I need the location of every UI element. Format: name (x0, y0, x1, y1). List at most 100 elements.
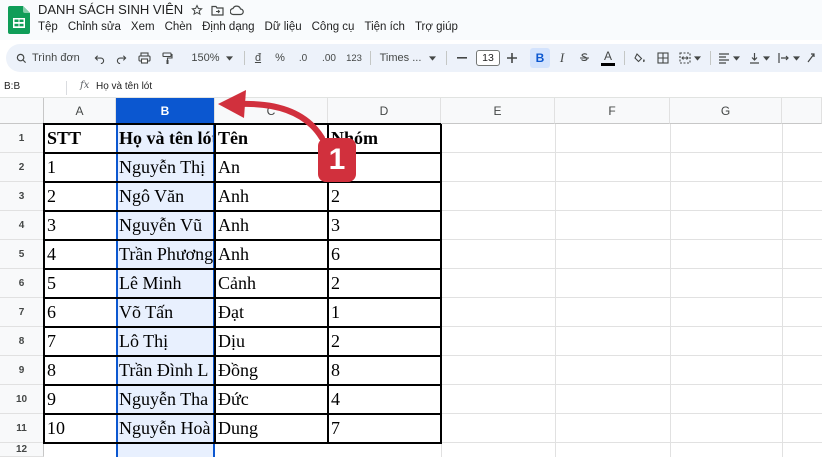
table-cell-stt[interactable]: 8 (44, 356, 114, 385)
table-cell-stt[interactable]: 10 (44, 414, 114, 443)
row-header-12[interactable]: 12 (0, 443, 44, 457)
column-header-c[interactable]: C (215, 98, 328, 124)
table-cell-nhom[interactable]: 1 (328, 298, 439, 327)
column-header-d[interactable]: D (328, 98, 441, 124)
header-cell-ho-ten-lot[interactable]: Họ và tên lót (116, 124, 213, 153)
header-cell-ten[interactable]: Tên (215, 124, 326, 153)
table-cell-nhom[interactable]: 7 (328, 414, 439, 443)
column-header-e[interactable]: E (441, 98, 555, 124)
menu-format[interactable]: Định dạng (202, 21, 259, 33)
table-cell-ten[interactable]: Anh (215, 240, 326, 269)
italic-button[interactable]: I (554, 44, 570, 72)
column-header-b[interactable]: B (116, 98, 215, 124)
row-header-9[interactable]: 9 (0, 356, 44, 385)
font-family-select[interactable]: Times ... (376, 44, 440, 72)
row-header-10[interactable]: 10 (0, 385, 44, 414)
formula-input[interactable]: Họ và tên lót (96, 81, 152, 92)
horizontal-align-button[interactable] (716, 44, 742, 72)
table-cell-ho-ten-lot[interactable]: Lê Minh (116, 269, 213, 298)
table-cell-ho-ten-lot[interactable]: Nguyễn Hoà (116, 414, 213, 443)
column-header-g[interactable]: G (670, 98, 782, 124)
name-box[interactable]: B:B (4, 81, 20, 92)
borders-icon[interactable] (654, 44, 672, 72)
table-cell-ten[interactable]: Dịu (215, 327, 326, 356)
bold-button[interactable]: B (530, 48, 550, 68)
table-cell-ho-ten-lot[interactable]: Trần Phương (116, 240, 213, 269)
menu-help[interactable]: Trợ giúp (415, 21, 463, 33)
increase-decimal-button[interactable]: .00 (318, 44, 340, 72)
table-cell-ten[interactable]: An (215, 153, 326, 182)
percent-format-button[interactable]: % (272, 44, 288, 72)
header-cell-stt[interactable]: STT (44, 124, 114, 153)
row-header-1[interactable]: 1 (0, 124, 44, 153)
table-cell-ten[interactable]: Đồng (215, 356, 326, 385)
table-cell-stt[interactable]: 5 (44, 269, 114, 298)
table-cell-ten[interactable]: Anh (215, 211, 326, 240)
menu-insert[interactable]: Chèn (165, 21, 198, 33)
table-cell-stt[interactable]: 7 (44, 327, 114, 356)
table-cell-ho-ten-lot[interactable]: Lô Thị (116, 327, 213, 356)
currency-format-button[interactable]: đ (250, 44, 266, 72)
table-cell-ho-ten-lot[interactable]: Nguyễn Thị (116, 153, 213, 182)
select-all-corner[interactable] (0, 98, 44, 124)
table-cell-ho-ten-lot[interactable]: Nguyễn Vũ (116, 211, 213, 240)
menu-edit[interactable]: Chỉnh sửa (68, 21, 126, 33)
undo-icon[interactable] (90, 44, 108, 72)
table-cell-stt[interactable]: 2 (44, 182, 114, 211)
number-format-button[interactable]: 123 (344, 44, 364, 72)
text-wrap-button[interactable] (776, 44, 802, 72)
row-header-3[interactable]: 3 (0, 182, 44, 211)
row-header-11[interactable]: 11 (0, 414, 44, 443)
decrease-decimal-button[interactable]: .0 (294, 44, 312, 72)
document-title[interactable]: DANH SÁCH SINH VIÊN (38, 2, 183, 17)
table-cell-nhom[interactable]: 6 (328, 240, 439, 269)
menu-search-button[interactable]: Trình đơn (16, 44, 90, 72)
zoom-select[interactable]: 150% (186, 44, 238, 72)
column-header-a[interactable]: A (44, 98, 116, 124)
row-header-2[interactable]: 2 (0, 153, 44, 182)
table-cell-stt[interactable]: 1 (44, 153, 114, 182)
table-cell-stt[interactable]: 3 (44, 211, 114, 240)
font-size-increase-icon[interactable] (504, 44, 520, 72)
menu-data[interactable]: Dữ liệu (265, 21, 307, 33)
column-header-next[interactable] (782, 98, 822, 124)
star-icon[interactable] (190, 2, 204, 18)
fill-color-icon[interactable] (630, 44, 650, 72)
text-color-button[interactable]: A (598, 44, 618, 72)
menu-tools[interactable]: Công cụ (312, 21, 360, 33)
font-size-input[interactable]: 13 (476, 50, 500, 66)
row-header-7[interactable]: 7 (0, 298, 44, 327)
menu-extensions[interactable]: Tiện ích (364, 21, 409, 33)
table-cell-ho-ten-lot[interactable]: Ngô Văn (116, 182, 213, 211)
table-cell-nhom[interactable]: 8 (328, 356, 439, 385)
table-cell-nhom[interactable]: 2 (328, 182, 439, 211)
table-cell-nhom[interactable]: 2 (328, 327, 439, 356)
row-header-4[interactable]: 4 (0, 211, 44, 240)
table-cell-ho-ten-lot[interactable]: Nguyễn Tha (116, 385, 213, 414)
print-icon[interactable] (134, 44, 154, 72)
table-cell-ho-ten-lot[interactable]: Trần Đình L (116, 356, 213, 385)
font-size-decrease-icon[interactable] (454, 44, 470, 72)
row-header-8[interactable]: 8 (0, 327, 44, 356)
table-cell-nhom[interactable]: 4 (328, 385, 439, 414)
text-rotation-icon[interactable] (804, 44, 818, 72)
column-header-f[interactable]: F (555, 98, 670, 124)
table-cell-stt[interactable]: 9 (44, 385, 114, 414)
merge-cells-button[interactable] (676, 44, 704, 72)
table-cell-ten[interactable]: Đạt (215, 298, 326, 327)
table-cell-ten[interactable]: Dung (215, 414, 326, 443)
menu-file[interactable]: Tệp (38, 21, 63, 33)
strikethrough-icon[interactable] (576, 44, 592, 72)
row-header-5[interactable]: 5 (0, 240, 44, 269)
cloud-status-icon[interactable] (230, 2, 244, 18)
paint-format-icon[interactable] (158, 44, 176, 72)
menu-view[interactable]: Xem (131, 21, 160, 33)
vertical-align-button[interactable] (746, 44, 772, 72)
table-cell-stt[interactable]: 4 (44, 240, 114, 269)
table-cell-nhom[interactable]: 2 (328, 269, 439, 298)
table-cell-stt[interactable]: 6 (44, 298, 114, 327)
table-cell-ten[interactable]: Đức (215, 385, 326, 414)
move-folder-icon[interactable] (210, 2, 224, 18)
table-cell-nhom[interactable]: 3 (328, 211, 439, 240)
redo-icon[interactable] (112, 44, 130, 72)
